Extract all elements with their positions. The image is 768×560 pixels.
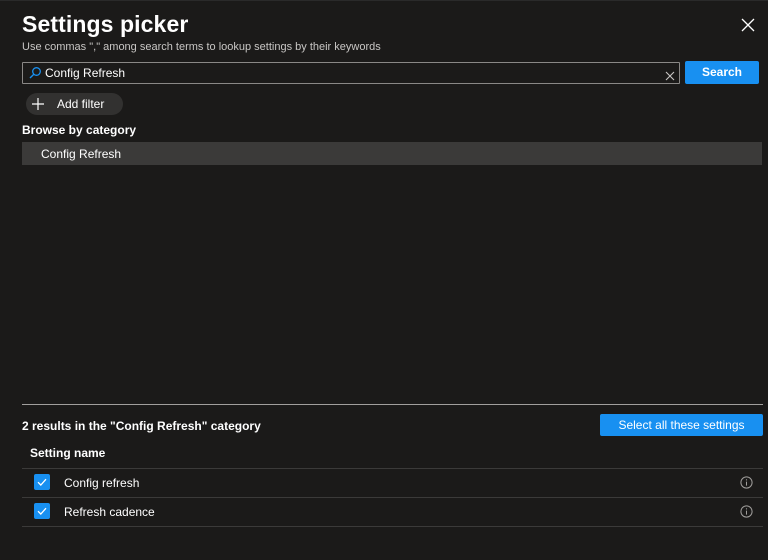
info-icon[interactable] (740, 505, 753, 518)
settings-picker-panel: Settings picker Use commas "," among sea… (0, 0, 768, 560)
search-button[interactable]: Search (685, 61, 759, 84)
category-label: Config Refresh (41, 147, 122, 161)
page-title: Settings picker (22, 11, 189, 37)
table-row: Refresh cadence (22, 497, 763, 526)
clear-icon[interactable] (665, 68, 675, 81)
row-checkbox[interactable] (34, 503, 50, 519)
divider (22, 404, 763, 405)
setting-name: Refresh cadence (64, 505, 155, 519)
search-input[interactable] (45, 63, 655, 83)
category-item-config-refresh[interactable]: Config Refresh (22, 142, 762, 165)
column-header-setting-name: Setting name (30, 446, 106, 460)
checkmark-icon (37, 507, 47, 515)
checkmark-icon (37, 478, 47, 486)
close-icon[interactable] (740, 17, 756, 33)
plus-icon (31, 97, 45, 111)
info-icon[interactable] (740, 476, 753, 489)
results-summary: 2 results in the "Config Refresh" catego… (22, 419, 261, 433)
select-all-button[interactable]: Select all these settings (600, 414, 763, 436)
search-icon (28, 66, 42, 80)
page-subtitle: Use commas "," among search terms to loo… (22, 41, 381, 53)
setting-name: Config refresh (64, 476, 140, 490)
search-box[interactable] (22, 62, 680, 84)
add-filter-button[interactable]: Add filter (26, 93, 123, 115)
row-checkbox[interactable] (34, 474, 50, 490)
row-divider (22, 526, 763, 527)
browse-heading: Browse by category (22, 123, 137, 137)
add-filter-label: Add filter (57, 97, 105, 111)
table-row: Config refresh (22, 468, 763, 497)
